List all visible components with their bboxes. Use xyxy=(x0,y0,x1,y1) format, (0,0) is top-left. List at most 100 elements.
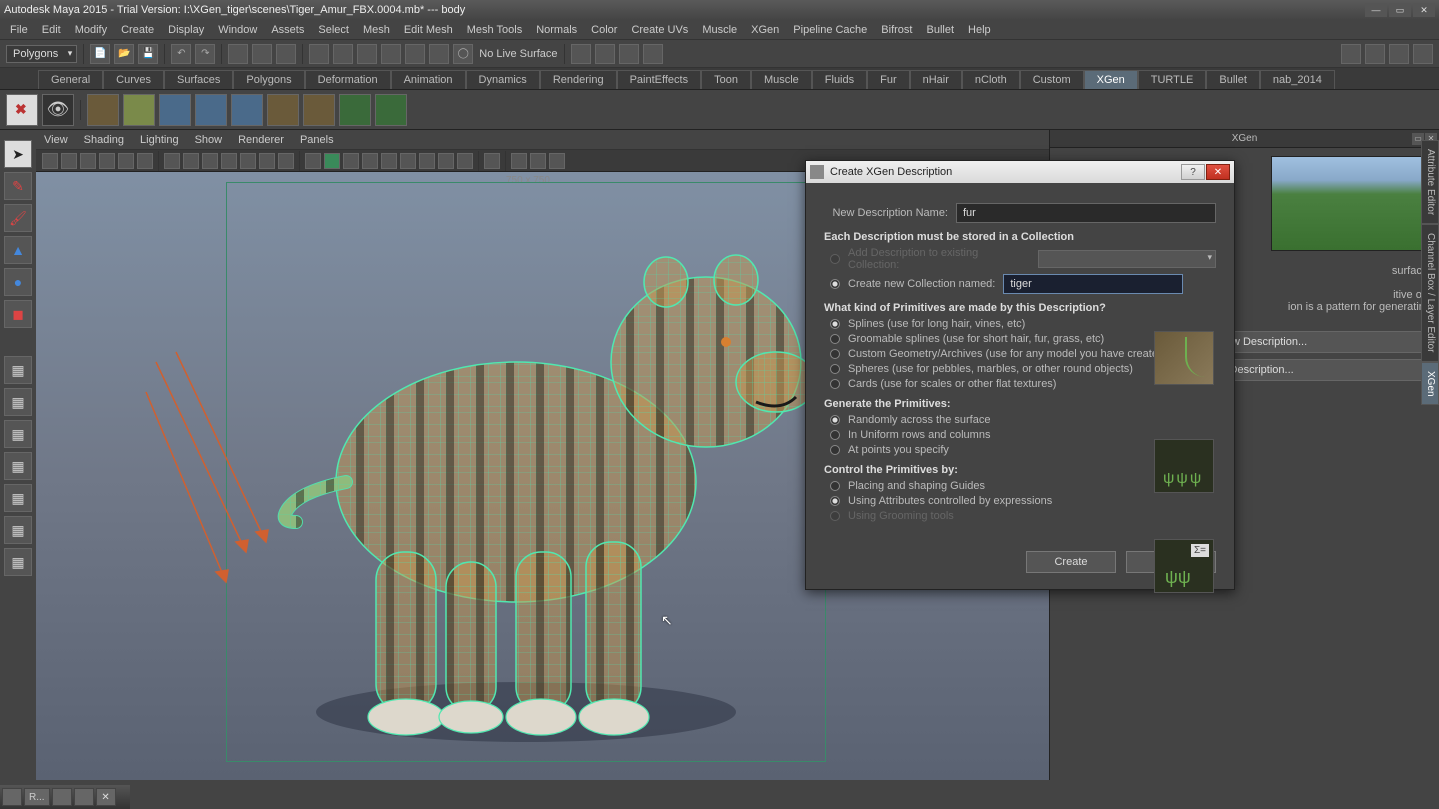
menu-createuvs[interactable]: Create UVs xyxy=(625,22,694,38)
shelf-fluids[interactable]: Fluids xyxy=(812,70,867,89)
layout-outliner[interactable]: ▦ xyxy=(4,516,32,544)
vp-select-camera-icon[interactable] xyxy=(42,153,58,169)
taskbar-min-icon[interactable] xyxy=(52,788,72,806)
vp-resolution-gate-icon[interactable] xyxy=(202,153,218,169)
menu-pipelinecache[interactable]: Pipeline Cache xyxy=(787,22,873,38)
shelf-fur[interactable]: Fur xyxy=(867,70,910,89)
snap-grid-icon[interactable] xyxy=(276,44,296,64)
vp-smooth-shade-icon[interactable] xyxy=(324,153,340,169)
window-restore-button[interactable]: ▭ xyxy=(1389,3,1411,17)
menu-file[interactable]: File xyxy=(4,22,34,38)
radio-splines[interactable] xyxy=(830,319,840,329)
window-close-button[interactable]: ✕ xyxy=(1413,3,1435,17)
dialog-create-button[interactable]: Create xyxy=(1026,551,1116,573)
radio-custom-geom[interactable] xyxy=(830,349,840,359)
ipr-render-icon[interactable] xyxy=(595,44,615,64)
layout-icon1[interactable] xyxy=(1341,44,1361,64)
tiger-mesh[interactable] xyxy=(236,202,836,762)
shelf-animation[interactable]: Animation xyxy=(391,70,466,89)
vp-gate-mask-icon[interactable] xyxy=(221,153,237,169)
shelf-xgen[interactable]: XGen xyxy=(1084,70,1138,89)
snap-points-icon[interactable] xyxy=(228,44,248,64)
shelf-muscle[interactable]: Muscle xyxy=(751,70,812,89)
vp-field-chart-icon[interactable] xyxy=(240,153,256,169)
render-frame-icon[interactable] xyxy=(571,44,591,64)
dialog-titlebar[interactable]: Create XGen Description ? ✕ xyxy=(806,161,1234,183)
menu-edit[interactable]: Edit xyxy=(36,22,67,38)
shelf-xgen-guides1-icon[interactable] xyxy=(159,94,191,126)
radio-create-new[interactable] xyxy=(830,279,840,289)
vp-lock-camera-icon[interactable] xyxy=(61,153,77,169)
shelf-xgen-guides2-icon[interactable] xyxy=(195,94,227,126)
vp-wireframe-icon[interactable] xyxy=(305,153,321,169)
layout-two-v[interactable]: ▦ xyxy=(4,452,32,480)
shelf-general[interactable]: General xyxy=(38,70,103,89)
vp-shading-icon[interactable] xyxy=(400,153,416,169)
menu-modify[interactable]: Modify xyxy=(69,22,113,38)
menu-xgen[interactable]: XGen xyxy=(745,22,785,38)
vp-textured-icon[interactable] xyxy=(343,153,359,169)
shelf-xgen-density-icon[interactable] xyxy=(375,94,407,126)
shelf-dynamics[interactable]: Dynamics xyxy=(466,70,540,89)
shelf-xgen-update-icon[interactable] xyxy=(123,94,155,126)
module-dropdown[interactable]: Polygons xyxy=(6,45,77,63)
radio-groomable[interactable] xyxy=(830,334,840,344)
snap-magnet6-icon[interactable] xyxy=(429,44,449,64)
new-collection-name-input[interactable] xyxy=(1003,274,1183,294)
vp-2d-pan-icon[interactable] xyxy=(118,153,134,169)
layout-icon3[interactable] xyxy=(1389,44,1409,64)
viewmenu-lighting[interactable]: Lighting xyxy=(140,134,179,146)
sidetab-attribute-editor[interactable]: Attribute Editor xyxy=(1421,140,1439,224)
menu-meshtools[interactable]: Mesh Tools xyxy=(461,22,528,38)
radio-attributes[interactable] xyxy=(830,496,840,506)
shelf-polygons[interactable]: Polygons xyxy=(233,70,304,89)
menu-create[interactable]: Create xyxy=(115,22,160,38)
vp-image-plane-icon[interactable] xyxy=(99,153,115,169)
menu-editmesh[interactable]: Edit Mesh xyxy=(398,22,459,38)
vp-expose-icon[interactable] xyxy=(549,153,565,169)
layout-icon2[interactable] xyxy=(1365,44,1385,64)
undo-icon[interactable]: ↶ xyxy=(171,44,191,64)
layout-persp[interactable]: ▦ xyxy=(4,484,32,512)
vp-xray-icon[interactable] xyxy=(511,153,527,169)
dialog-close-button[interactable]: ✕ xyxy=(1206,164,1230,180)
radio-cards[interactable] xyxy=(830,379,840,389)
sidetab-channel-box[interactable]: Channel Box / Layer Editor xyxy=(1421,224,1439,362)
taskbar-close-icon[interactable]: ✕ xyxy=(96,788,116,806)
menu-color[interactable]: Color xyxy=(585,22,623,38)
taskbar-max-icon[interactable] xyxy=(74,788,94,806)
menu-bullet[interactable]: Bullet xyxy=(920,22,960,38)
shelf-surfaces[interactable]: Surfaces xyxy=(164,70,233,89)
vp-use-lights-icon[interactable] xyxy=(362,153,378,169)
snap-magnet-icon[interactable] xyxy=(309,44,329,64)
vp-grease-pencil-icon[interactable] xyxy=(137,153,153,169)
snap-magnet5-icon[interactable] xyxy=(405,44,425,64)
vp-aa-icon[interactable] xyxy=(457,153,473,169)
vp-film-gate-icon[interactable] xyxy=(183,153,199,169)
radio-random[interactable] xyxy=(830,415,840,425)
shelf-xgen-create-icon[interactable] xyxy=(87,94,119,126)
file-open-icon[interactable]: 📂 xyxy=(114,44,134,64)
snap-magnet3-icon[interactable] xyxy=(357,44,377,64)
move-tool[interactable]: ▲ xyxy=(4,236,32,264)
menu-mesh[interactable]: Mesh xyxy=(357,22,396,38)
viewmenu-shading[interactable]: Shading xyxy=(84,134,124,146)
file-new-icon[interactable]: 📄 xyxy=(90,44,110,64)
shelf-bullet[interactable]: Bullet xyxy=(1206,70,1260,89)
snap-magnet2-icon[interactable] xyxy=(333,44,353,64)
vp-shadows-icon[interactable] xyxy=(381,153,397,169)
shelf-toon[interactable]: Toon xyxy=(701,70,751,89)
vp-ao-icon[interactable] xyxy=(419,153,435,169)
file-save-icon[interactable]: 💾 xyxy=(138,44,158,64)
radio-uniform[interactable] xyxy=(830,430,840,440)
shelf-turtle[interactable]: TURTLE xyxy=(1138,70,1207,89)
snap-curves-icon[interactable] xyxy=(252,44,272,64)
layout-single[interactable]: ▦ xyxy=(4,356,32,384)
layout-graph[interactable]: ▦ xyxy=(4,548,32,576)
menu-window[interactable]: Window xyxy=(212,22,263,38)
menu-display[interactable]: Display xyxy=(162,22,210,38)
lasso-tool[interactable]: ✎ xyxy=(4,172,32,200)
render-view-icon[interactable] xyxy=(619,44,639,64)
rotate-tool[interactable]: ● xyxy=(4,268,32,296)
snap-magnet4-icon[interactable] xyxy=(381,44,401,64)
